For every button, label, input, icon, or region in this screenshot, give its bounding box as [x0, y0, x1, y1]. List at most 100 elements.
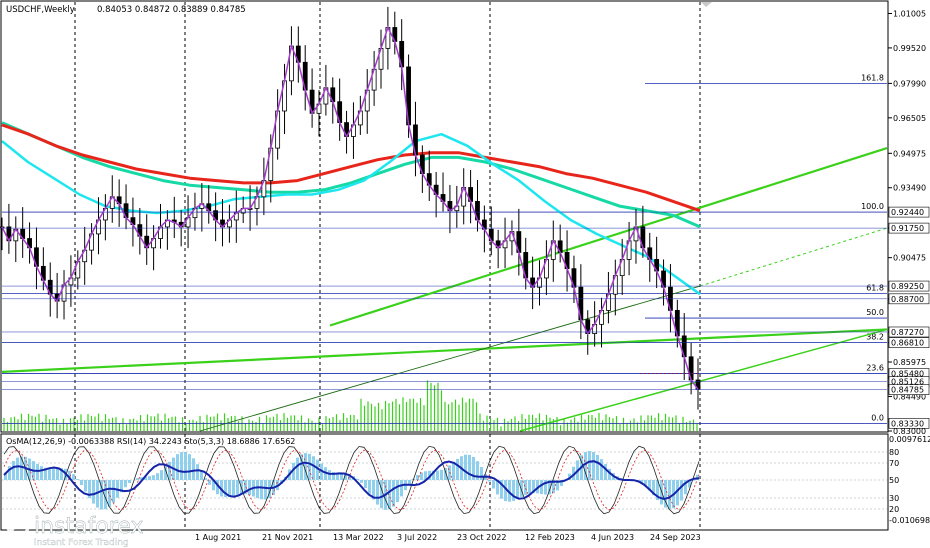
- osma-bar: [232, 480, 235, 496]
- osma-bar: [468, 454, 471, 480]
- osma-bar: [152, 475, 155, 480]
- osma-bar: [188, 454, 191, 480]
- osma-bar: [524, 480, 527, 495]
- osma-bar: [260, 480, 263, 500]
- osma-bar: [540, 480, 543, 494]
- osma-bar: [360, 480, 363, 483]
- fib-label: 0.0: [871, 413, 884, 422]
- osma-bar: [492, 480, 495, 489]
- osma-bar: [124, 480, 127, 488]
- osma-bar: [436, 470, 439, 480]
- date-label: 13 Mar 2022: [333, 533, 384, 542]
- osma-bar: [36, 463, 39, 480]
- osma-bar: [376, 480, 379, 505]
- osma-bar: [296, 457, 299, 480]
- osma-bar: [668, 480, 671, 510]
- ohlc-values: 0.84053 0.84872 0.83889 0.84785: [97, 5, 246, 15]
- symbol-title: USDCHF,Weekly: [6, 5, 75, 15]
- level-label: 0.92440: [891, 208, 924, 217]
- chart-root: 161.8100.061.850.038.223.60.0 0.00976128…: [0, 0, 930, 548]
- indicator-tick-label: 70: [889, 459, 899, 468]
- price-tick-label: 0.93490: [893, 184, 926, 193]
- osma-bar: [328, 470, 331, 480]
- osma-bar: [312, 456, 315, 480]
- level-label: 0.87270: [891, 328, 924, 337]
- osma-bar: [256, 480, 259, 499]
- osma-bar: [516, 480, 519, 500]
- osma-bar: [16, 457, 19, 480]
- osma-bar: [416, 475, 419, 480]
- osma-bar: [192, 458, 195, 480]
- date-label: 24 Sep 2023: [650, 533, 701, 542]
- level-label: 0.84785: [891, 386, 924, 395]
- osma-bar: [528, 480, 531, 494]
- osma-bar: [92, 480, 95, 504]
- indicator-header: OsMA(12,26,9) -0.0063388 RSI(14) 34.2243…: [6, 437, 295, 446]
- date-label: 3 Jul 2022: [397, 533, 437, 542]
- osma-bar: [156, 473, 159, 480]
- osma-bar: [364, 480, 367, 488]
- date-label: 4 Jun 2023: [591, 533, 634, 542]
- osma-bar: [340, 473, 343, 480]
- osma-bar: [456, 458, 459, 480]
- osma-bar: [160, 470, 163, 480]
- osma-bar: [80, 480, 83, 486]
- date-axis: 1 Aug 2021 21 Nov 2021 13 Mar 2022 3 Jul 20…: [195, 533, 701, 542]
- price-tick-label: 0.90475: [893, 254, 926, 263]
- osma-bar: [592, 452, 595, 480]
- level-label: 0.83330: [891, 419, 924, 428]
- price-tick-label: 0.96505: [893, 114, 926, 123]
- level-label: 0.91750: [891, 224, 924, 233]
- date-label: 1 Aug 2021: [195, 533, 241, 542]
- osma-bar: [236, 480, 239, 495]
- osma-bar: [136, 478, 139, 480]
- fib-label: 100.0: [861, 202, 884, 211]
- price-tick-label: 0.85975: [893, 358, 926, 367]
- osma-bar: [48, 468, 51, 480]
- osma-bar: [600, 459, 603, 480]
- level-label: 0.88700: [891, 295, 924, 304]
- osma-bar: [396, 480, 399, 503]
- osma-bar: [400, 480, 403, 497]
- osma-bar: [112, 480, 115, 503]
- osma-bar: [368, 480, 371, 494]
- osma-bar: [148, 476, 151, 480]
- osma-bar: [452, 462, 455, 480]
- osma-bar: [440, 469, 443, 480]
- osma-bar: [464, 454, 467, 480]
- indicator-tick-label: 20: [889, 505, 899, 514]
- osma-bar: [128, 480, 131, 484]
- indicator-tick-label: -0.010698: [889, 516, 930, 525]
- osma-bar: [196, 464, 199, 480]
- osma-bar: [56, 468, 59, 480]
- indicator-tick-label: 30: [889, 494, 899, 503]
- osma-bar: [40, 466, 43, 480]
- date-label: 12 Feb 2023: [525, 533, 575, 542]
- osma-bar: [604, 464, 607, 480]
- osma-bar: [680, 480, 683, 501]
- osma-bar: [200, 471, 203, 480]
- osma-bar: [380, 480, 383, 509]
- osma-bar: [264, 480, 267, 500]
- indicator-tick-label: 50: [889, 476, 899, 485]
- logo-tagline: Instant Forex Trading: [34, 538, 129, 548]
- osma-bar: [248, 480, 251, 495]
- osma-bar: [392, 480, 395, 507]
- fib-label: 161.8: [861, 73, 884, 82]
- price-panel-frame: [0, 0, 889, 433]
- instaforex-logo: instaforex Instant Forex Trading: [5, 511, 144, 548]
- fib-label: 23.6: [866, 363, 884, 372]
- fib-label: 61.8: [866, 283, 884, 292]
- osma-bar: [408, 480, 411, 485]
- osma-bar: [308, 453, 311, 480]
- indicator-tick-label: 0.0097612: [889, 435, 930, 444]
- fib-label: 50.0: [866, 308, 884, 317]
- osma-bar: [84, 480, 87, 492]
- osma-bar: [76, 479, 79, 480]
- level-label: 0.86810: [891, 339, 924, 348]
- osma-bar: [180, 452, 183, 480]
- osma-bar: [52, 468, 55, 480]
- osma-bar: [596, 454, 599, 480]
- price-tick-label: 0.97990: [893, 79, 926, 88]
- date-label: 23 Oct 2022: [457, 533, 506, 542]
